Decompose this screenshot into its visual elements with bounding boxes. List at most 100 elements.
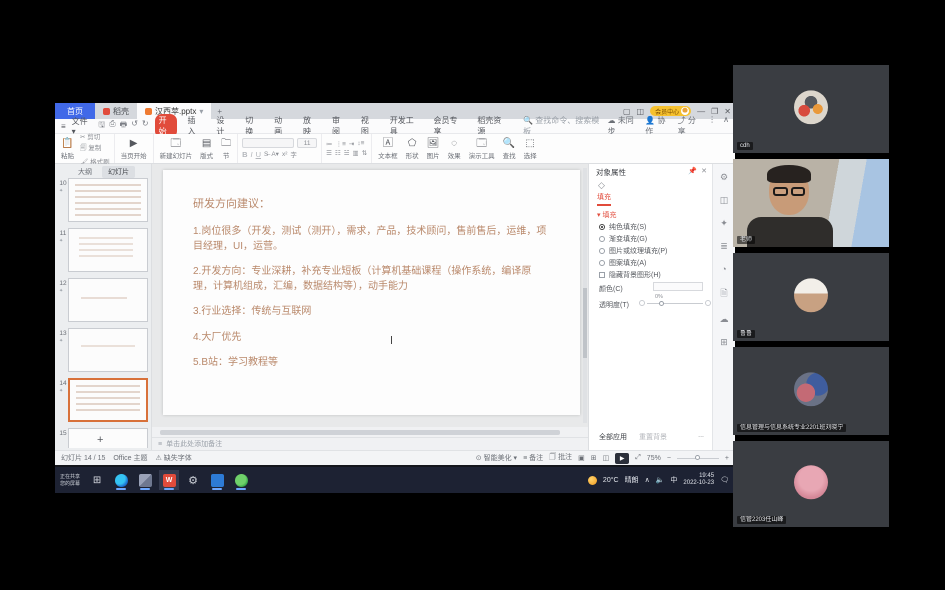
settings-icon[interactable]: ⚙: [183, 470, 203, 490]
wps-app-icon[interactable]: W: [159, 470, 179, 490]
animation-panel-icon[interactable]: ✦: [720, 218, 728, 229]
section-button[interactable]: 🗀节: [219, 138, 233, 160]
fill-option-gradient[interactable]: 渐变填充(G): [599, 234, 647, 244]
align-left-button[interactable]: ☰: [326, 149, 332, 157]
slider-plus[interactable]: [705, 300, 711, 306]
fill-option-solid[interactable]: 纯色填充(S): [599, 222, 646, 232]
print-icon[interactable]: 🖶: [120, 119, 128, 133]
underline-button[interactable]: U: [256, 150, 261, 159]
notes-panel-icon[interactable]: 🗎: [720, 286, 727, 302]
outline-tab[interactable]: 大纲: [72, 166, 98, 178]
participant-tile-1[interactable]: cdh: [733, 65, 889, 153]
theme-name[interactable]: Office 主题: [113, 453, 147, 463]
notes-toggle[interactable]: ≡ 备注: [523, 453, 543, 463]
zoom-in-button[interactable]: +: [725, 455, 729, 462]
participant-tile-3[interactable]: 鲁鲁: [733, 253, 889, 341]
panel-close-icon[interactable]: ✕: [701, 167, 707, 175]
comments-toggle[interactable]: 🗍 批注: [549, 452, 572, 464]
highlight-button[interactable]: 字: [290, 149, 297, 159]
canvas-horizontal-scrollbar[interactable]: [152, 427, 588, 437]
tray-expand-icon[interactable]: ∧: [645, 476, 650, 484]
slide-thumb-13[interactable]: [68, 328, 148, 372]
copy-button[interactable]: 🗐 复制: [80, 142, 110, 155]
cloud-panel-icon[interactable]: ☁: [720, 314, 729, 325]
play-from-page-button[interactable]: ▶当页开始: [119, 138, 149, 160]
zoom-knob[interactable]: [695, 455, 700, 460]
sorter-view-icon[interactable]: ⊞: [591, 454, 597, 462]
volume-icon[interactable]: 🔈: [656, 476, 665, 484]
scrollbar-thumb[interactable]: [160, 430, 560, 435]
undo-icon[interactable]: ↺: [131, 119, 138, 133]
normal-view-icon[interactable]: ▣: [578, 454, 585, 462]
wechat-icon[interactable]: [231, 470, 251, 490]
bullets-button[interactable]: ≔: [326, 140, 333, 148]
slides-tab[interactable]: 幻灯片: [102, 166, 135, 178]
align-right-button[interactable]: ☱: [344, 149, 350, 157]
columns-button[interactable]: ▥: [353, 149, 359, 157]
redo-icon[interactable]: ↻: [142, 119, 149, 133]
scrollbar-thumb[interactable]: [583, 288, 587, 358]
participant-tile-4[interactable]: 信息管理与信息系统专业2201班刘晓宁: [733, 347, 889, 435]
layout-button[interactable]: ▤版式: [198, 138, 215, 160]
outline-panel-icon[interactable]: ≣: [720, 241, 728, 252]
canvas-vertical-scrollbar[interactable]: [583, 168, 587, 423]
font-size-select[interactable]: 11: [297, 138, 317, 148]
effect-button[interactable]: ◌效果: [446, 138, 463, 160]
export-icon[interactable]: ⎙: [109, 119, 115, 133]
edge-browser-icon[interactable]: [111, 470, 131, 490]
more-options-icon[interactable]: ...: [698, 432, 704, 439]
slideshow-play-button[interactable]: ▶: [615, 453, 629, 464]
weather-text[interactable]: 晴朗: [625, 475, 639, 485]
slider-knob[interactable]: [659, 301, 664, 306]
find-button[interactable]: 🔍查找: [501, 138, 518, 160]
line-spacing-button[interactable]: ↕≡: [357, 140, 364, 148]
apps-panel-icon[interactable]: ⊞: [720, 337, 728, 348]
notes-bar[interactable]: ≡单击此处添加备注: [152, 437, 588, 450]
new-slide-button[interactable]: 🗔新建幻灯片: [158, 138, 195, 160]
hamburger-icon[interactable]: ≡: [61, 122, 66, 131]
notification-center-icon[interactable]: 🗨: [720, 476, 729, 484]
fill-tab[interactable]: 填充: [597, 192, 611, 206]
missing-font-warning[interactable]: ⚠ 缺失字体: [155, 453, 191, 463]
participant-tile-2-active-speaker[interactable]: 老师: [733, 159, 889, 247]
beautify-button[interactable]: ⊙ 智能美化 ▾: [476, 453, 517, 463]
fit-window-icon[interactable]: ⤢: [635, 454, 641, 462]
slide-canvas[interactable]: 研发方向建议： 1.岗位很多（开发，测试（测开），需求，产品，技术顾问，售前售后…: [152, 164, 588, 427]
fill-section-header[interactable]: ▾ 填充: [597, 210, 616, 220]
temperature[interactable]: 20°C: [603, 477, 619, 484]
task-view-button[interactable]: ⊞: [87, 470, 107, 490]
add-slide-button[interactable]: +: [97, 434, 103, 446]
paste-button[interactable]: 📋粘贴: [59, 138, 76, 160]
screen-share-indicator[interactable]: 正在共享 您的屏幕: [55, 474, 85, 487]
picture-button[interactable]: 🖼图片: [425, 138, 442, 160]
align-center-button[interactable]: ☷: [335, 149, 341, 157]
current-slide[interactable]: 研发方向建议： 1.岗位很多（开发，测试（测开），需求，产品，技术顾问，售前售后…: [163, 170, 580, 415]
reading-view-icon[interactable]: ◫: [603, 454, 610, 462]
font-family-select[interactable]: [242, 138, 294, 148]
ime-indicator[interactable]: 中: [670, 475, 677, 485]
slide-thumb-15[interactable]: [68, 428, 148, 448]
weather-icon[interactable]: [588, 476, 597, 485]
shape-button[interactable]: ⬠形状: [404, 138, 421, 160]
file-explorer-icon[interactable]: [135, 470, 155, 490]
pin-icon[interactable]: 📌: [688, 167, 697, 175]
strike-button[interactable]: S̶: [264, 151, 268, 158]
bold-button[interactable]: B: [242, 150, 247, 159]
italic-button[interactable]: I: [250, 150, 252, 159]
text-direction-button[interactable]: ⇅: [362, 149, 367, 157]
participant-tile-5[interactable]: 信管2203任山峰: [733, 441, 889, 527]
slide-thumb-14-selected[interactable]: [68, 378, 148, 422]
apply-all-button[interactable]: 全部应用: [599, 432, 627, 442]
design-panel-icon[interactable]: ◫: [720, 195, 729, 206]
textbox-button[interactable]: 🄰文本框: [376, 138, 400, 160]
properties-panel-icon[interactable]: ⚙: [720, 172, 728, 183]
cut-button[interactable]: ✂ 剪切: [80, 131, 110, 141]
meeting-app-icon[interactable]: [207, 470, 227, 490]
slide-thumb-11[interactable]: [68, 228, 148, 272]
color-dropdown[interactable]: [653, 282, 703, 291]
zoom-slider[interactable]: [677, 458, 719, 459]
font-color-button[interactable]: A▾: [271, 150, 279, 158]
tab-docer[interactable]: 稻壳: [95, 103, 137, 119]
transparency-slider[interactable]: 0%: [647, 303, 703, 304]
fill-option-picture[interactable]: 图片或纹理填充(P): [599, 246, 667, 256]
